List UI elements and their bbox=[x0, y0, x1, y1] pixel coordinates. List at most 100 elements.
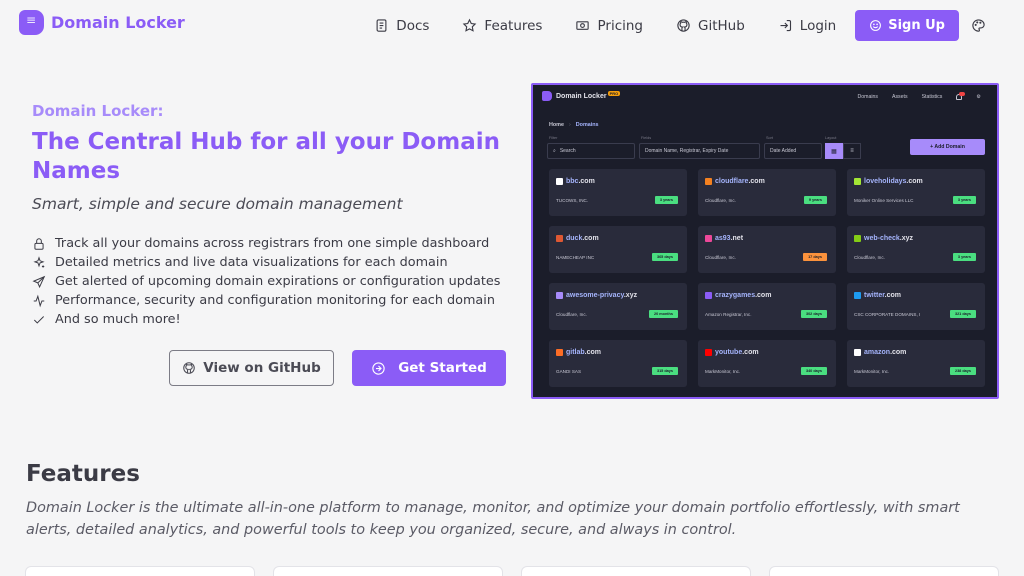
top-navbar: Domain Locker Docs Features Pricing GitH… bbox=[0, 0, 1024, 50]
nav-link-github[interactable]: GitHub bbox=[676, 18, 745, 34]
domain-favicon-icon bbox=[854, 178, 861, 185]
preview-navbar: Domain Locker PRO Domains Assets Statist… bbox=[533, 85, 997, 109]
domain-expiry-badge: 315 days bbox=[651, 367, 678, 375]
nav-link-label: GitHub bbox=[698, 17, 745, 34]
pro-badge: PRO bbox=[607, 90, 621, 96]
feature-card bbox=[25, 566, 255, 576]
domain-expiry-badge: 321 days bbox=[949, 310, 976, 318]
domain-label: gitlab bbox=[566, 349, 585, 356]
feature-text: Detailed metrics and live data visualiza… bbox=[55, 255, 448, 270]
domain-tld: .com bbox=[884, 292, 901, 299]
layout-label: Layout bbox=[825, 136, 837, 140]
domain-tld: .com bbox=[890, 349, 907, 356]
sparkles-icon bbox=[33, 255, 45, 268]
list-icon: ≡ bbox=[843, 143, 861, 159]
login-icon bbox=[780, 19, 791, 32]
fields-label: Fields bbox=[641, 136, 652, 140]
fields-value: Domain Name, Registrar, Expiry Date bbox=[645, 148, 729, 154]
grid-icon: ▦ bbox=[825, 143, 843, 159]
app-preview-screenshot: Domain Locker PRO Domains Assets Statist… bbox=[531, 83, 999, 399]
nav-link-docs[interactable]: Docs bbox=[374, 18, 429, 34]
domain-favicon-icon bbox=[854, 235, 861, 242]
logo-icon bbox=[19, 10, 44, 35]
github-button-label: View on GitHub bbox=[203, 360, 321, 376]
sort-label: Sort bbox=[766, 136, 773, 140]
domain-tld: .com bbox=[584, 349, 602, 356]
palette-icon bbox=[972, 19, 985, 32]
domain-label: youtube bbox=[715, 349, 743, 356]
brand-logo[interactable]: Domain Locker bbox=[19, 10, 185, 35]
domain-expiry-badge: 9 years bbox=[803, 196, 827, 204]
view-on-github-button[interactable]: View on GitHub bbox=[169, 350, 334, 386]
domain-tld: .com bbox=[906, 178, 923, 185]
breadcrumb-home: Home bbox=[549, 122, 564, 128]
github-icon bbox=[183, 362, 196, 374]
domain-name: crazygames.com bbox=[705, 292, 771, 299]
preview-logo: Domain Locker PRO bbox=[542, 90, 621, 101]
domain-label: as93 bbox=[715, 235, 731, 242]
preview-domain-card: duck.com NAMECHEAP INC 365 days bbox=[549, 226, 687, 273]
preview-domain-card: loveholidays.com Moniker Online Services … bbox=[847, 169, 985, 216]
domain-expiry-badge: 20 months bbox=[649, 310, 678, 318]
pricing-icon bbox=[576, 21, 590, 30]
hero-title: The Central Hub for all your Domain Name… bbox=[32, 129, 500, 184]
domain-tld: .xyz bbox=[899, 235, 914, 242]
domain-name: cloudflare.com bbox=[705, 178, 765, 185]
domain-favicon-icon bbox=[556, 349, 563, 356]
preview-menu: Domains Assets Statistics ⚙ bbox=[858, 92, 981, 100]
features-heading: Features bbox=[26, 461, 140, 487]
domain-name: web-check.xyz bbox=[854, 235, 913, 242]
feature-card bbox=[273, 566, 503, 576]
nav-link-label: Features bbox=[484, 17, 543, 34]
features-description: Domain Locker is the ultimate all-in-one… bbox=[26, 500, 960, 538]
preview-menu-statistics: Statistics bbox=[921, 94, 943, 100]
nav-link-login[interactable]: Login bbox=[778, 18, 836, 34]
domain-registrar: TUCOWS, INC. bbox=[556, 198, 589, 203]
domain-tld: .com bbox=[578, 178, 595, 185]
domain-name: bbc.com bbox=[556, 178, 595, 185]
preview-menu-assets: Assets bbox=[892, 94, 908, 100]
domain-tld: .com bbox=[748, 178, 765, 185]
get-started-label: Get Started bbox=[398, 360, 487, 376]
feature-text: Performance, security and configuration … bbox=[55, 293, 495, 308]
preview-domain-card: web-check.xyz Cloudflare, Inc. 3 years bbox=[847, 226, 985, 273]
preview-domain-card: cloudflare.com Cloudflare, Inc. 9 years bbox=[698, 169, 836, 216]
hero-subtitle: Smart, simple and secure domain manageme… bbox=[32, 195, 403, 213]
sign-up-button[interactable]: Sign Up bbox=[855, 10, 959, 41]
nav-link-features[interactable]: Features bbox=[462, 18, 542, 34]
preview-search-input: ⌕ Search bbox=[547, 143, 635, 159]
domain-tld: .com bbox=[742, 349, 759, 356]
feature-text: And so much more! bbox=[55, 312, 181, 327]
search-placeholder: Search bbox=[559, 148, 576, 154]
logo-icon bbox=[542, 91, 552, 101]
domain-expiry-badge: 3 years bbox=[654, 196, 678, 204]
preview-fields-select: Domain Name, Registrar, Expiry Date bbox=[639, 143, 760, 159]
domain-name: gitlab.com bbox=[556, 349, 601, 356]
domain-registrar: Cloudflare, Inc. bbox=[854, 255, 885, 260]
nav-link-pricing[interactable]: Pricing bbox=[575, 18, 643, 34]
domain-registrar: CSC CORPORATE DOMAINS, I bbox=[854, 312, 921, 317]
domain-favicon-icon bbox=[705, 235, 712, 242]
domain-favicon-icon bbox=[556, 292, 563, 299]
feature-item: Detailed metrics and live data visualiza… bbox=[32, 253, 500, 272]
domain-favicon-icon bbox=[556, 178, 563, 185]
preview-add-domain-button: + Add Domain bbox=[910, 139, 985, 155]
domain-tld: .com bbox=[755, 292, 772, 299]
github-icon bbox=[677, 19, 690, 32]
domain-label: cloudflare bbox=[715, 178, 749, 185]
feature-card bbox=[521, 566, 751, 576]
get-started-button[interactable]: Get Started bbox=[352, 350, 506, 386]
domain-label: bbc bbox=[566, 178, 579, 185]
domain-name: duck.com bbox=[556, 235, 599, 242]
domain-registrar: Cloudflare, Inc. bbox=[556, 312, 587, 317]
domain-tld: .com bbox=[582, 235, 599, 242]
domain-expiry-badge: 340 days bbox=[800, 367, 827, 375]
domain-registrar: NAMECHEAP INC bbox=[556, 255, 595, 260]
breadcrumb-domains: Domains bbox=[575, 122, 599, 128]
check-icon bbox=[33, 315, 45, 324]
feature-item: Track all your domains across registrars… bbox=[32, 234, 500, 253]
nav-link-label: Docs bbox=[396, 17, 430, 34]
domain-label: loveholidays bbox=[864, 178, 907, 185]
theme-toggle[interactable] bbox=[971, 18, 986, 33]
send-icon bbox=[32, 275, 46, 288]
